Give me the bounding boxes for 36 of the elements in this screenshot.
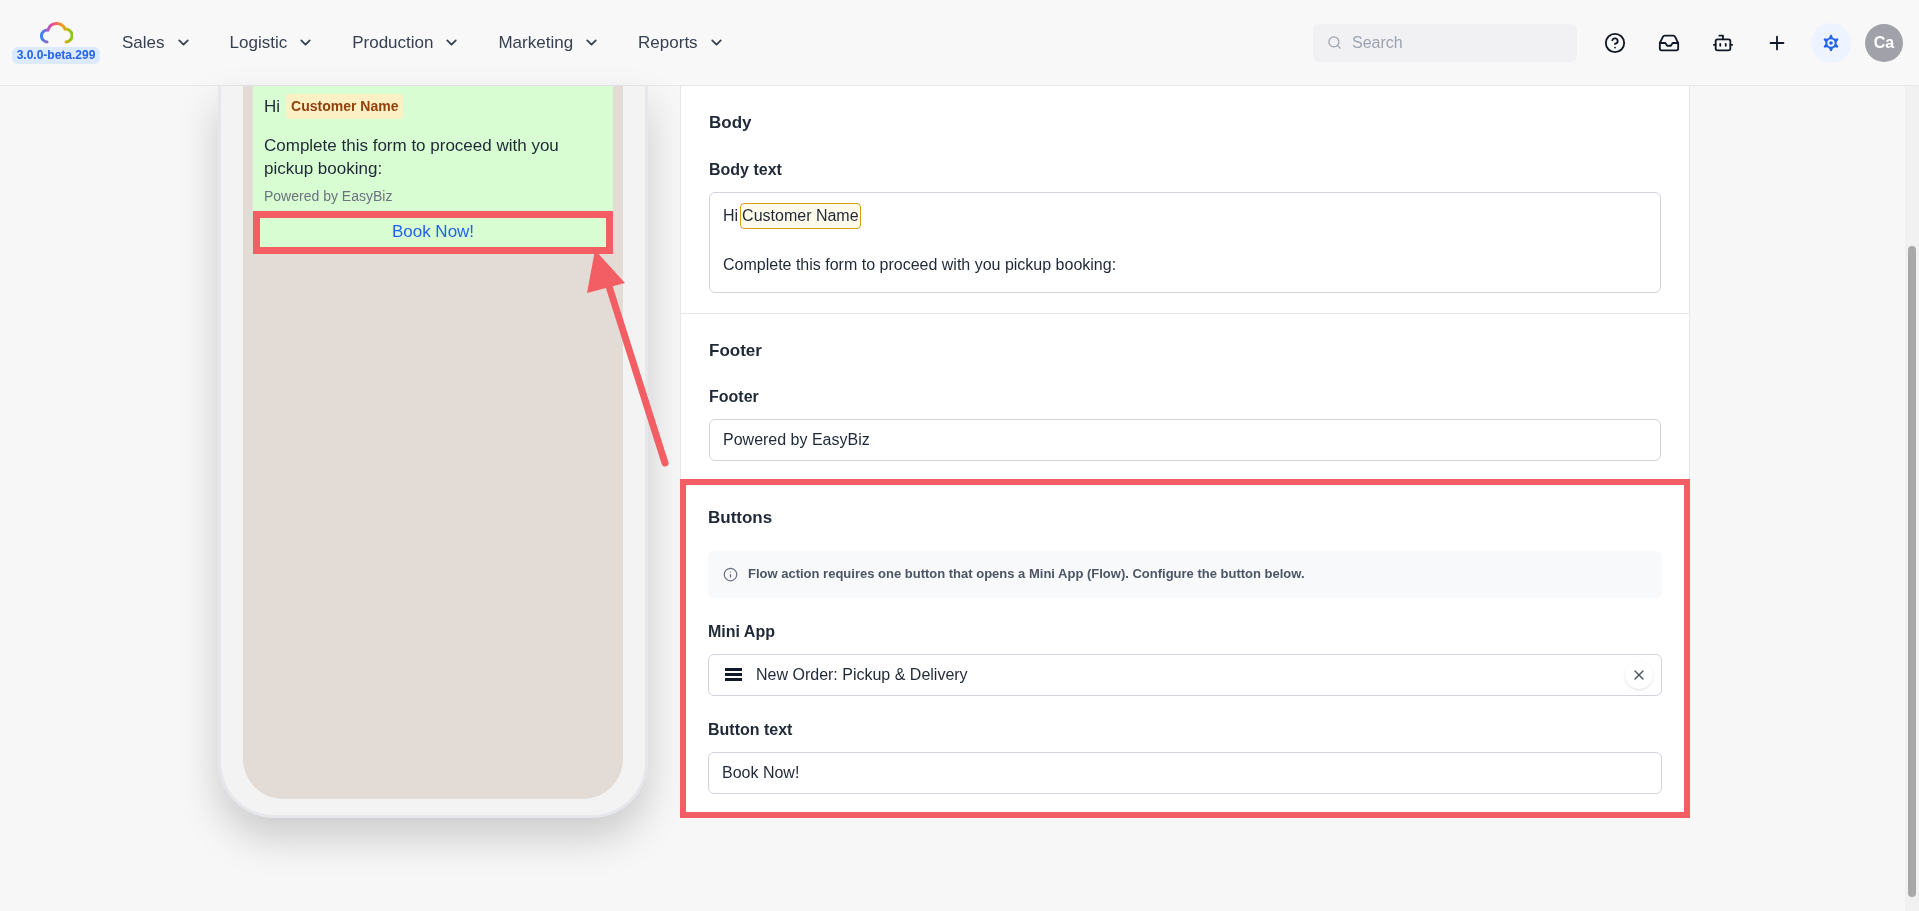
- scrollbar-thumb[interactable]: [1908, 246, 1916, 897]
- variable-tag: Customer Name: [286, 94, 404, 120]
- section-title: Buttons: [708, 507, 774, 529]
- settings-icon: [1820, 31, 1842, 54]
- nav-menu[interactable]: Marketing: [498, 29, 601, 56]
- button-text-input[interactable]: Book Now!: [708, 751, 1662, 794]
- nav-menu[interactable]: Sales: [122, 29, 192, 56]
- nav-menu[interactable]: Production: [352, 29, 461, 56]
- list-icon: [725, 668, 742, 681]
- info-icon: [723, 566, 738, 582]
- field-label: Footer: [709, 387, 760, 407]
- footer-text: Powered by EasyBiz: [264, 186, 394, 206]
- info-text: Flow action requires one button that opens a Mini App (Flow). Configure the button below.: [748, 565, 1305, 584]
- message-text: Complete this form to proceed with you pickup booking:: [264, 134, 560, 180]
- message-text: Complete this form to proceed with you pickup booking:: [723, 254, 1118, 275]
- section-title: Footer: [709, 339, 763, 362]
- version-badge: 3.0.0-beta.299: [11, 47, 101, 64]
- cloud-logo-icon[interactable]: [39, 21, 73, 45]
- search-icon: [1327, 34, 1342, 50]
- help-icon: [1604, 31, 1626, 54]
- section-title: Body: [709, 112, 753, 134]
- book-button[interactable]: Book Now!: [260, 217, 606, 247]
- mini-app-select[interactable]: New Order: Pickup & Delivery: [708, 653, 1662, 696]
- nav-menu[interactable]: Reports: [638, 29, 725, 56]
- field-label: Body text: [709, 159, 783, 180]
- field-label: Mini App: [708, 621, 776, 642]
- greeting-text: Hi: [723, 205, 739, 226]
- field-label: Button text: [708, 719, 794, 740]
- footer-input[interactable]: Powered by EasyBiz: [709, 419, 1661, 461]
- variable-tag: Customer Name: [740, 202, 861, 229]
- search-field[interactable]: Search: [1313, 23, 1577, 62]
- greeting-text: Hi: [264, 96, 281, 118]
- settings-icon-button[interactable]: [1811, 22, 1851, 63]
- body-text-field[interactable]: Hi Customer Name Complete this form to proceed with you pickup booking:: [709, 191, 1661, 293]
- nav-menu[interactable]: Logistic: [229, 29, 315, 56]
- select-value: New Order: Pickup & Delivery: [756, 664, 969, 685]
